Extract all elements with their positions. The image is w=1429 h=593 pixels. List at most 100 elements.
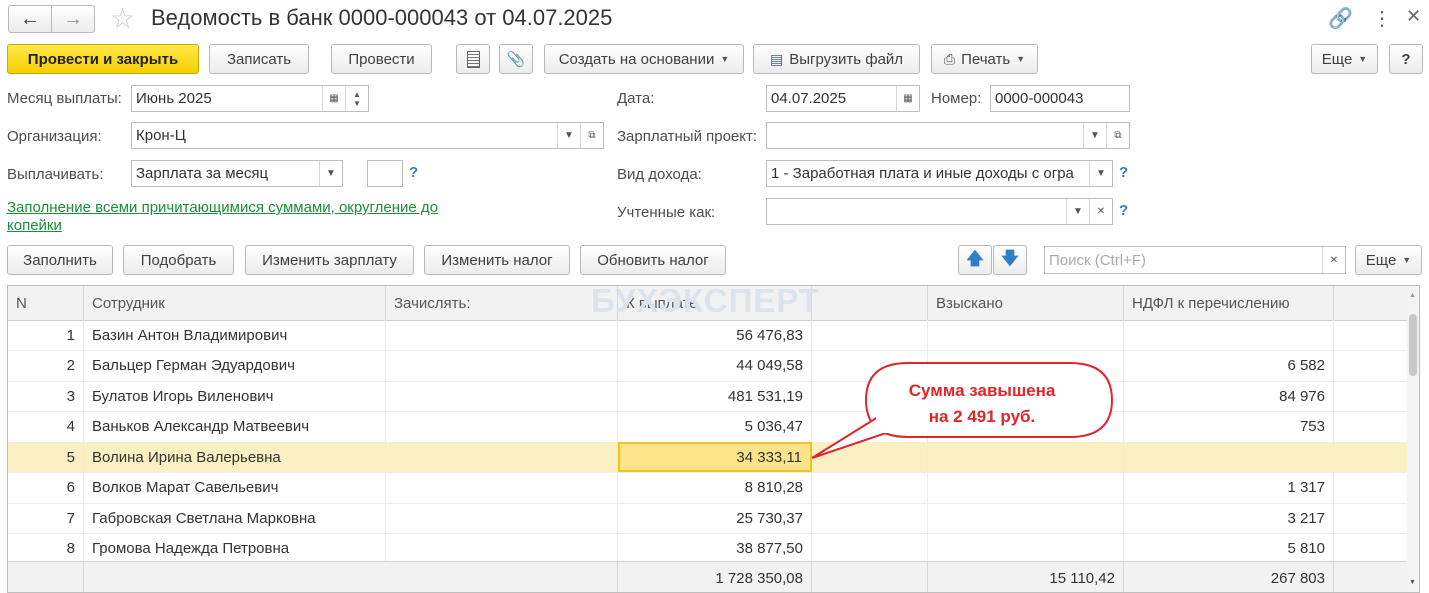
post-and-close-button[interactable]: Провести и закрыть <box>7 44 199 74</box>
row-number[interactable]: 2 <box>8 350 84 381</box>
save-button[interactable]: Записать <box>209 44 309 74</box>
pay-amount[interactable]: 44 049,58 <box>618 350 812 381</box>
clear-icon[interactable]: ✕ <box>1089 199 1112 224</box>
ndfl-amount[interactable] <box>1124 442 1334 472</box>
attach-button[interactable]: 📎 <box>499 44 533 74</box>
table-row[interactable]: 4 Ваньков Александр Матвеевич 5 036,47 753 <box>8 411 1408 443</box>
update-tax-button[interactable]: Обновить налог <box>580 245 726 275</box>
income-type-select[interactable]: 1 - Заработная плата и иные доходы с огр… <box>766 160 1113 187</box>
ndfl-amount[interactable] <box>1124 320 1334 350</box>
col-recovered-header[interactable]: Взыскано <box>928 286 1124 320</box>
scroll-thumb[interactable] <box>1409 314 1417 376</box>
change-salary-button[interactable]: Изменить зарплату <box>245 245 414 275</box>
ndfl-amount[interactable]: 5 810 <box>1124 533 1334 564</box>
pay-amount[interactable]: 56 476,83 <box>618 320 812 350</box>
dropdown-icon[interactable]: ▼ <box>1083 123 1106 148</box>
employee-name[interactable]: Бальцер Герман Эдуардович <box>84 350 386 381</box>
employee-name[interactable]: Булатов Игорь Виленович <box>84 381 386 411</box>
close-icon[interactable]: ✕ <box>1406 6 1421 27</box>
col-employee-header[interactable]: Сотрудник <box>84 286 386 320</box>
col-n-header[interactable]: N <box>8 286 84 320</box>
export-file-button[interactable]: ▤ Выгрузить файл <box>753 44 920 74</box>
organization-field[interactable]: Крон-Ц ▼ ⧉ <box>131 122 604 149</box>
credit-cell[interactable] <box>386 533 618 564</box>
open-icon[interactable]: ⧉ <box>580 123 603 148</box>
calendar-icon[interactable]: ▦ <box>896 86 919 111</box>
clear-search-icon[interactable]: ✕ <box>1322 247 1345 273</box>
accounted-help-icon[interactable]: ? <box>1119 202 1128 219</box>
scroll-up-icon[interactable]: ▲ <box>1409 292 1416 299</box>
move-down-button[interactable]: 🡇 <box>993 245 1027 275</box>
dropdown-icon[interactable]: ▼ <box>557 123 580 148</box>
dropdown-icon[interactable]: ▼ <box>1066 199 1089 224</box>
col-credit-header[interactable]: Зачислять: <box>386 286 618 320</box>
dropdown-icon[interactable]: ▼ <box>1089 161 1112 186</box>
credit-cell[interactable] <box>386 411 618 442</box>
fill-button[interactable]: Заполнить <box>7 245 113 275</box>
pay-amount[interactable]: 481 531,19 <box>618 381 812 411</box>
credit-cell[interactable] <box>386 442 618 472</box>
col-ndfl-header[interactable]: НДФЛ к перечислению <box>1124 286 1334 320</box>
credit-cell[interactable] <box>386 381 618 411</box>
recovered-amount[interactable] <box>928 472 1124 503</box>
open-icon[interactable]: ⧉ <box>1106 123 1129 148</box>
pay-amount[interactable]: 25 730,37 <box>618 503 812 533</box>
pay-amount[interactable]: 38 877,50 <box>618 533 812 564</box>
table-row[interactable]: 7 Габровская Светлана Марковна 25 730,37 3 … <box>8 503 1408 534</box>
vertical-scrollbar[interactable]: ▲ ▼ <box>1407 286 1419 592</box>
employee-name[interactable]: Базин Антон Владимирович <box>84 320 386 350</box>
pay-amount[interactable]: 5 036,47 <box>618 411 812 442</box>
pay-amount-selected[interactable]: 34 333,11 <box>618 442 812 472</box>
recovered-amount[interactable] <box>928 503 1124 533</box>
employee-name[interactable]: Ваньков Александр Матвеевич <box>84 411 386 442</box>
more-button[interactable]: Еще ▼ <box>1311 44 1378 74</box>
ndfl-amount[interactable]: 3 217 <box>1124 503 1334 533</box>
table-row[interactable]: 8 Громова Надежда Петровна 38 877,50 5 810 <box>8 533 1408 565</box>
table-row[interactable]: 1 Базин Антон Владимирович 56 476,83 <box>8 320 1408 351</box>
recovered-amount[interactable] <box>928 320 1124 350</box>
ndfl-amount[interactable]: 753 <box>1124 411 1334 442</box>
dropdown-icon[interactable]: ▼ <box>319 161 342 186</box>
table-more-button[interactable]: Еще ▼ <box>1355 245 1422 275</box>
row-number[interactable]: 5 <box>8 442 84 472</box>
row-number[interactable]: 3 <box>8 381 84 411</box>
move-up-button[interactable]: 🡅 <box>958 245 992 275</box>
employee-name[interactable]: Волков Марат Савельевич <box>84 472 386 503</box>
month-stepper[interactable]: ▲ ▼ <box>345 86 368 111</box>
credit-cell[interactable] <box>386 320 618 350</box>
income-type-help-icon[interactable]: ? <box>1119 164 1128 181</box>
pick-button[interactable]: Подобрать <box>123 245 234 275</box>
table-row[interactable]: 3 Булатов Игорь Виленович 481 531,19 84 976 <box>8 381 1408 412</box>
ndfl-amount[interactable]: 84 976 <box>1124 381 1334 411</box>
post-button[interactable]: Провести <box>331 44 432 74</box>
pay-help-icon[interactable]: ? <box>409 164 418 181</box>
more-vertical-icon[interactable]: ⋮ <box>1372 6 1392 31</box>
month-field[interactable]: Июнь 2025 ▦ ▲ ▼ <box>131 85 369 112</box>
favorite-star-icon[interactable]: ☆ <box>110 2 135 35</box>
credit-cell[interactable] <box>386 503 618 533</box>
fill-mode-link[interactable]: Заполнение всеми причитающимися суммами,… <box>7 199 438 235</box>
link-icon[interactable]: 🔗 <box>1328 6 1353 31</box>
row-number[interactable]: 8 <box>8 533 84 564</box>
table-row[interactable]: 6 Волков Марат Савельевич 8 810,28 1 317 <box>8 472 1408 504</box>
pay-select[interactable]: Зарплата за месяц ▼ <box>131 160 343 187</box>
credit-cell[interactable] <box>386 472 618 503</box>
search-input[interactable]: Поиск (Ctrl+F) ✕ <box>1044 246 1346 274</box>
credit-cell[interactable] <box>386 350 618 381</box>
date-field[interactable]: 04.07.2025 ▦ <box>766 85 920 112</box>
pay-amount[interactable]: 8 810,28 <box>618 472 812 503</box>
table-row[interactable]: 5 Волина Ирина Валерьевна 34 333,11 <box>8 442 1408 473</box>
row-number[interactable]: 7 <box>8 503 84 533</box>
row-number[interactable]: 1 <box>8 320 84 350</box>
back-button[interactable]: ← <box>8 5 52 33</box>
employee-name[interactable]: Волина Ирина Валерьевна <box>84 442 386 472</box>
employees-table[interactable]: N Сотрудник Зачислять: К выплате Взыскан… <box>7 285 1420 593</box>
recovered-amount[interactable] <box>928 533 1124 564</box>
row-number[interactable]: 6 <box>8 472 84 503</box>
create-based-on-button[interactable]: Создать на основании ▼ <box>544 44 744 74</box>
ndfl-amount[interactable]: 6 582 <box>1124 350 1334 381</box>
calendar-icon[interactable]: ▦ <box>322 86 345 111</box>
document-list-button[interactable] <box>456 44 490 74</box>
employee-name[interactable]: Габровская Светлана Марковна <box>84 503 386 533</box>
table-row[interactable]: 2 Бальцер Герман Эдуардович 44 049,58 6 582 <box>8 350 1408 382</box>
